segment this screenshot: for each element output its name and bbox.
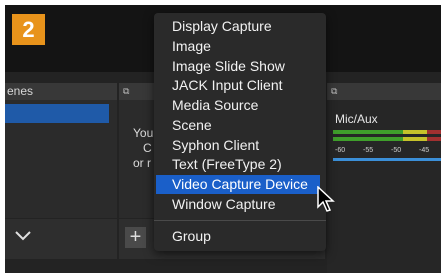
add-source-context-menu: Display Capture Image Image Slide Show J… bbox=[154, 13, 326, 251]
menu-item-media-source[interactable]: Media Source bbox=[154, 96, 326, 115]
scale-label: -50 bbox=[391, 147, 402, 154]
volume-fader[interactable] bbox=[333, 158, 441, 161]
menu-item-text-freetype2[interactable]: Text (FreeType 2) bbox=[154, 155, 326, 174]
sources-message-line: You bbox=[133, 126, 154, 140]
menu-item-group[interactable]: Group bbox=[154, 227, 326, 246]
menu-item-image[interactable]: Image bbox=[154, 37, 326, 56]
plus-icon: + bbox=[129, 226, 142, 248]
scale-label: -55 bbox=[363, 147, 374, 154]
menu-item-jack-input-client[interactable]: JACK Input Client bbox=[154, 76, 326, 95]
scenes-panel-title: enes bbox=[7, 84, 34, 98]
audio-mixer: Mic/Aux -60 -55 -50 -45 bbox=[327, 100, 441, 273]
menu-item-image-slide-show[interactable]: Image Slide Show bbox=[154, 57, 326, 76]
menu-item-syphon-client[interactable]: Syphon Client bbox=[154, 136, 326, 155]
dock-icon[interactable]: ⧉ bbox=[123, 83, 129, 100]
scale-label: -45 bbox=[419, 147, 430, 154]
add-source-button[interactable]: + bbox=[125, 227, 146, 248]
menu-separator bbox=[154, 220, 326, 221]
volume-meter bbox=[333, 137, 441, 141]
volume-meter bbox=[333, 130, 441, 134]
scale-label: -60 bbox=[335, 147, 346, 154]
chevron-down-icon[interactable] bbox=[15, 231, 31, 241]
mixer-panel-header: ⧉ bbox=[327, 83, 441, 100]
mouse-pointer-icon bbox=[317, 186, 335, 212]
mixer-channel-label: Mic/Aux bbox=[335, 112, 378, 126]
meter-scale: -60 -55 -50 -45 bbox=[333, 147, 441, 155]
scenes-panel-header: enes bbox=[5, 83, 117, 100]
scene-list-item-selected[interactable] bbox=[5, 104, 109, 123]
sources-message-line: C bbox=[143, 141, 152, 155]
step-badge: 2 bbox=[12, 14, 45, 45]
scenes-list bbox=[5, 100, 117, 218]
menu-item-window-capture[interactable]: Window Capture bbox=[154, 195, 326, 214]
menu-item-display-capture[interactable]: Display Capture bbox=[154, 17, 326, 36]
scenes-footer bbox=[5, 219, 117, 259]
app-window: 2 enes ⧉ ⧉ You C or r Mic/Aux -60 -55 -5… bbox=[5, 5, 441, 273]
menu-item-scene[interactable]: Scene bbox=[154, 116, 326, 135]
dock-icon[interactable]: ⧉ bbox=[331, 83, 337, 100]
menu-item-video-capture-device[interactable]: Video Capture Device bbox=[156, 175, 320, 194]
